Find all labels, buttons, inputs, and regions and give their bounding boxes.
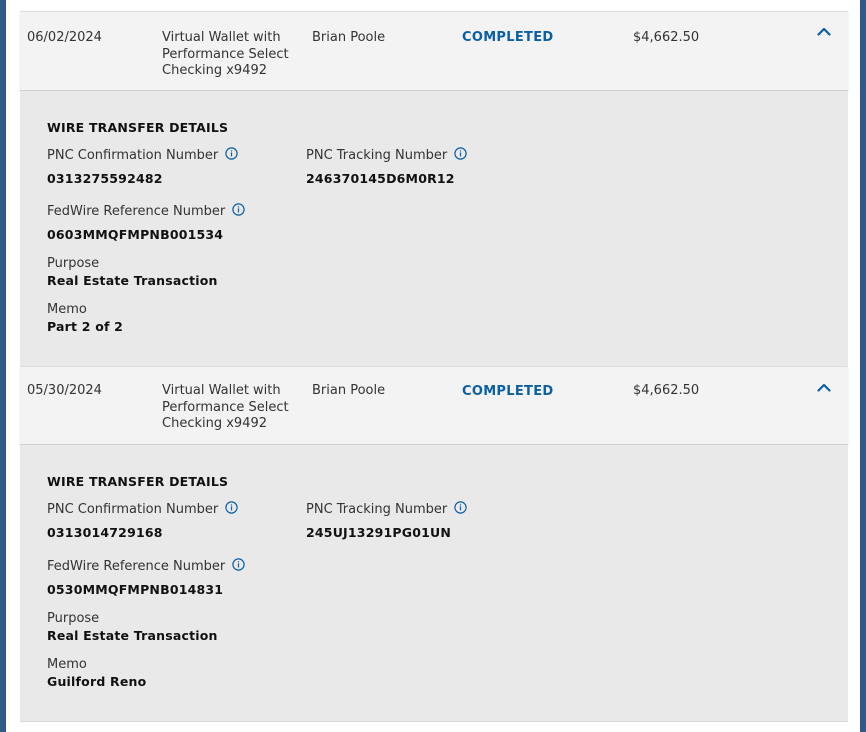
info-icon[interactable] — [232, 203, 245, 216]
transaction-payee: Brian Poole — [312, 383, 386, 398]
chevron-up-icon[interactable] — [817, 383, 835, 397]
details-title: WIRE TRANSFER DETAILS — [47, 474, 229, 489]
fedwire-reference-value: 0603MMQFMPNB001534 — [47, 227, 224, 242]
tracking-number-label: PNC Tracking Number — [306, 147, 467, 163]
transaction-row[interactable]: 06/02/2024 Virtual Wallet with Performan… — [20, 11, 848, 91]
chevron-up-icon[interactable] — [817, 27, 835, 41]
tracking-number-value: 246370145D6M0R12 — [306, 171, 455, 186]
fedwire-reference-value: 0530MMQFMPNB014831 — [47, 582, 224, 597]
transaction-date: 06/02/2024 — [27, 30, 102, 45]
info-icon[interactable] — [454, 501, 467, 514]
memo-value: Guilford Reno — [47, 674, 147, 689]
transaction-row[interactable]: 05/30/2024 Virtual Wallet with Performan… — [20, 366, 848, 445]
wire-transfer-details: WIRE TRANSFER DETAILS PNC Confirmation N… — [20, 444, 848, 722]
purpose-label: Purpose — [47, 256, 100, 271]
confirmation-number-label: PNC Confirmation Number — [47, 147, 238, 163]
purpose-value: Real Estate Transaction — [47, 273, 218, 288]
transaction-date: 05/30/2024 — [27, 383, 102, 398]
transaction-account: Virtual Wallet with Performance Select C… — [162, 383, 289, 431]
fedwire-reference-label: FedWire Reference Number — [47, 203, 245, 219]
tracking-number-label-text: PNC Tracking Number — [306, 502, 448, 517]
info-icon[interactable] — [225, 501, 238, 514]
tracking-number-label-text: PNC Tracking Number — [306, 148, 448, 163]
confirmation-number-label: PNC Confirmation Number — [47, 501, 238, 517]
info-icon[interactable] — [232, 558, 245, 571]
transactions-page: 06/02/2024 Virtual Wallet with Performan… — [6, 0, 860, 732]
fedwire-reference-label-text: FedWire Reference Number — [47, 559, 226, 574]
transaction-amount: $4,662.50 — [633, 383, 700, 398]
details-title: WIRE TRANSFER DETAILS — [47, 120, 229, 135]
window-frame-right — [860, 0, 866, 732]
transaction-payee: Brian Poole — [312, 30, 386, 45]
confirmation-number-value: 0313014729168 — [47, 525, 163, 540]
confirmation-number-label-text: PNC Confirmation Number — [47, 502, 219, 517]
info-icon[interactable] — [225, 147, 238, 160]
confirmation-number-value: 0313275592482 — [47, 171, 163, 186]
tracking-number-value: 245UJ13291PG01UN — [306, 525, 452, 540]
fedwire-reference-label: FedWire Reference Number — [47, 558, 245, 574]
purpose-value: Real Estate Transaction — [47, 628, 218, 643]
tracking-number-label: PNC Tracking Number — [306, 501, 467, 517]
fedwire-reference-label-text: FedWire Reference Number — [47, 204, 226, 219]
confirmation-number-label-text: PNC Confirmation Number — [47, 148, 219, 163]
transaction-status: COMPLETED — [462, 384, 554, 399]
wire-transfer-details: WIRE TRANSFER DETAILS PNC Confirmation N… — [20, 90, 848, 367]
transaction-amount: $4,662.50 — [633, 30, 700, 45]
memo-label: Memo — [47, 657, 87, 672]
transaction-account: Virtual Wallet with Performance Select C… — [162, 30, 289, 78]
memo-label: Memo — [47, 302, 87, 317]
memo-value: Part 2 of 2 — [47, 319, 124, 334]
info-icon[interactable] — [454, 147, 467, 160]
purpose-label: Purpose — [47, 611, 100, 626]
transaction-status: COMPLETED — [462, 30, 554, 45]
